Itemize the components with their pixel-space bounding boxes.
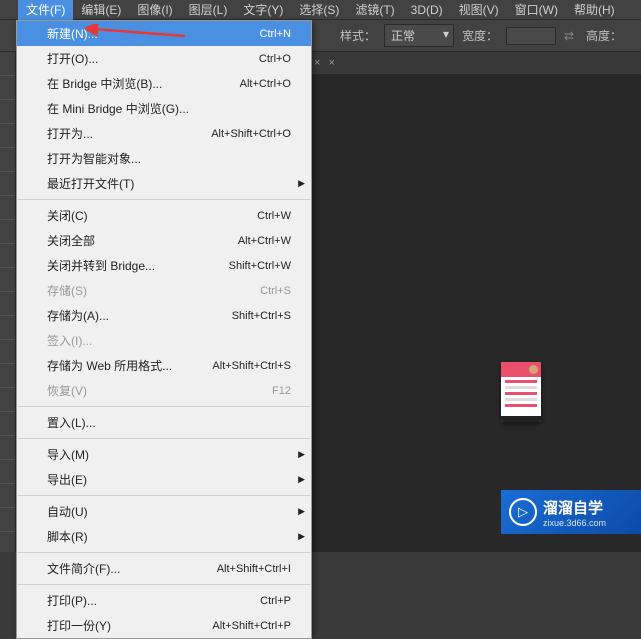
menu-item[interactable]: 打开为... Alt+Shift+Ctrl+O bbox=[17, 121, 311, 146]
submenu-arrow-icon: ▶ bbox=[298, 178, 305, 189]
menu-separator bbox=[18, 495, 310, 496]
menu-shortcut: Ctrl+P bbox=[260, 595, 291, 607]
menu-item[interactable]: 自动(U) ▶ bbox=[17, 499, 311, 524]
menu-separator bbox=[18, 584, 310, 585]
menu-item-label: 打印(P)... bbox=[47, 592, 97, 609]
menu-item-label: 关闭并转到 Bridge... bbox=[47, 257, 155, 274]
menu-shortcut: Ctrl+S bbox=[260, 285, 291, 297]
menu-image[interactable]: 图像(I) bbox=[129, 0, 180, 20]
watermark-url: zixue.3d66.com bbox=[543, 518, 606, 528]
menu-item: 存储(S) Ctrl+S bbox=[17, 278, 311, 303]
menu-item[interactable]: 新建(N)... Ctrl+N bbox=[17, 21, 311, 46]
style-label: 样式： bbox=[340, 27, 376, 44]
menubar: 文件(F) 编辑(E) 图像(I) 图层(L) 文字(Y) 选择(S) 滤镜(T… bbox=[0, 0, 641, 20]
menu-item-label: 恢复(V) bbox=[47, 382, 87, 399]
menu-item[interactable]: 最近打开文件(T) ▶ bbox=[17, 171, 311, 196]
menu-item-label: 导出(E) bbox=[47, 471, 87, 488]
menu-item[interactable]: 关闭(C) Ctrl+W bbox=[17, 203, 311, 228]
menu-separator bbox=[18, 552, 310, 553]
submenu-arrow-icon: ▶ bbox=[298, 531, 305, 542]
menu-help[interactable]: 帮助(H) bbox=[566, 0, 623, 20]
watermark-title: 溜溜自学 bbox=[543, 497, 606, 518]
menu-item-label: 自动(U) bbox=[47, 503, 88, 520]
menu-item-label: 签入(I)... bbox=[47, 332, 92, 349]
menu-shortcut: Alt+Ctrl+W bbox=[238, 235, 291, 247]
menu-shortcut: Alt+Ctrl+O bbox=[240, 78, 291, 90]
menu-item-label: 在 Bridge 中浏览(B)... bbox=[47, 75, 162, 92]
menu-item[interactable]: 打开为智能对象... bbox=[17, 146, 311, 171]
menu-item-label: 存储为 Web 所用格式... bbox=[47, 357, 172, 374]
menu-item[interactable]: 关闭并转到 Bridge... Shift+Ctrl+W bbox=[17, 253, 311, 278]
menu-item[interactable]: 打开(O)... Ctrl+O bbox=[17, 46, 311, 71]
menu-separator bbox=[18, 438, 310, 439]
menu-shortcut: Alt+Shift+Ctrl+P bbox=[212, 620, 291, 632]
menu-shortcut: Ctrl+W bbox=[257, 210, 291, 222]
menu-item-label: 新建(N)... bbox=[47, 25, 98, 42]
menu-window[interactable]: 窗口(W) bbox=[507, 0, 566, 20]
height-label: 高度： bbox=[586, 27, 622, 44]
menu-view[interactable]: 视图(V) bbox=[451, 0, 507, 20]
file-dropdown: 新建(N)... Ctrl+N 打开(O)... Ctrl+O 在 Bridge 中浏览… bbox=[16, 20, 312, 639]
menu-item-label: 关闭(C) bbox=[47, 207, 88, 224]
play-icon: ▷ bbox=[509, 498, 537, 526]
style-select[interactable]: 正常 bbox=[384, 24, 454, 47]
menu-item-label: 打开(O)... bbox=[47, 50, 98, 67]
menu-separator bbox=[18, 406, 310, 407]
menu-item-label: 最近打开文件(T) bbox=[47, 175, 134, 192]
width-label: 宽度： bbox=[462, 27, 498, 44]
submenu-arrow-icon: ▶ bbox=[298, 474, 305, 485]
menu-select[interactable]: 选择(S) bbox=[291, 0, 347, 20]
swap-icon[interactable]: ⇄ bbox=[564, 29, 578, 43]
menu-item[interactable]: 在 Mini Bridge 中浏览(G)... bbox=[17, 96, 311, 121]
menu-shortcut: Alt+Shift+Ctrl+I bbox=[217, 563, 291, 575]
menu-item[interactable]: 导入(M) ▶ bbox=[17, 442, 311, 467]
menu-item[interactable]: 导出(E) ▶ bbox=[17, 467, 311, 492]
menu-shortcut: Alt+Shift+Ctrl+O bbox=[211, 128, 291, 140]
menu-item[interactable]: 在 Bridge 中浏览(B)... Alt+Ctrl+O bbox=[17, 71, 311, 96]
menu-item-label: 脚本(R) bbox=[47, 528, 88, 545]
menu-item-label: 置入(L)... bbox=[47, 414, 96, 431]
menu-shortcut: Ctrl+N bbox=[260, 28, 291, 40]
menu-item: 恢复(V) F12 bbox=[17, 378, 311, 403]
submenu-arrow-icon: ▶ bbox=[298, 449, 305, 460]
menu-3d[interactable]: 3D(D) bbox=[403, 1, 451, 19]
tab-close-icon[interactable]: × bbox=[314, 57, 320, 69]
menu-item[interactable]: 关闭全部 Alt+Ctrl+W bbox=[17, 228, 311, 253]
submenu-arrow-icon: ▶ bbox=[298, 506, 305, 517]
watermark: ▷ 溜溜自学 zixue.3d66.com bbox=[501, 490, 641, 534]
menu-item-label: 关闭全部 bbox=[47, 232, 95, 249]
menu-item[interactable]: 脚本(R) ▶ bbox=[17, 524, 311, 549]
menu-shortcut: Ctrl+O bbox=[259, 53, 291, 65]
menu-item[interactable]: 打印(P)... Ctrl+P bbox=[17, 588, 311, 613]
menu-separator bbox=[18, 199, 310, 200]
menu-edit[interactable]: 编辑(E) bbox=[73, 0, 129, 20]
menu-item: 签入(I)... bbox=[17, 328, 311, 353]
menu-item[interactable]: 置入(L)... bbox=[17, 410, 311, 435]
menu-shortcut: Shift+Ctrl+S bbox=[232, 310, 291, 322]
menu-item-label: 打开为智能对象... bbox=[47, 150, 141, 167]
tab-close-icon[interactable]: × bbox=[328, 57, 334, 69]
document-thumbnail[interactable] bbox=[501, 362, 541, 422]
menu-shortcut: Shift+Ctrl+W bbox=[229, 260, 291, 272]
menu-item[interactable]: 存储为 Web 所用格式... Alt+Shift+Ctrl+S bbox=[17, 353, 311, 378]
menu-shortcut: F12 bbox=[272, 385, 291, 397]
menu-item-label: 存储(S) bbox=[47, 282, 87, 299]
menu-item-label: 存储为(A)... bbox=[47, 307, 109, 324]
width-input[interactable] bbox=[506, 27, 556, 45]
menu-item[interactable]: 打印一份(Y) Alt+Shift+Ctrl+P bbox=[17, 613, 311, 638]
menu-item-label: 打印一份(Y) bbox=[47, 617, 111, 634]
menu-item[interactable]: 文件简介(F)... Alt+Shift+Ctrl+I bbox=[17, 556, 311, 581]
menu-layer[interactable]: 图层(L) bbox=[181, 0, 236, 20]
menu-item-label: 文件简介(F)... bbox=[47, 560, 120, 577]
menu-item-label: 导入(M) bbox=[47, 446, 89, 463]
menu-item[interactable]: 存储为(A)... Shift+Ctrl+S bbox=[17, 303, 311, 328]
menu-type[interactable]: 文字(Y) bbox=[235, 0, 291, 20]
menu-item-label: 打开为... bbox=[47, 125, 93, 142]
menu-item-label: 在 Mini Bridge 中浏览(G)... bbox=[47, 100, 189, 117]
menu-filter[interactable]: 滤镜(T) bbox=[347, 0, 402, 20]
menu-shortcut: Alt+Shift+Ctrl+S bbox=[212, 360, 291, 372]
ruler-vertical bbox=[0, 52, 16, 552]
menu-file[interactable]: 文件(F) bbox=[18, 0, 73, 20]
